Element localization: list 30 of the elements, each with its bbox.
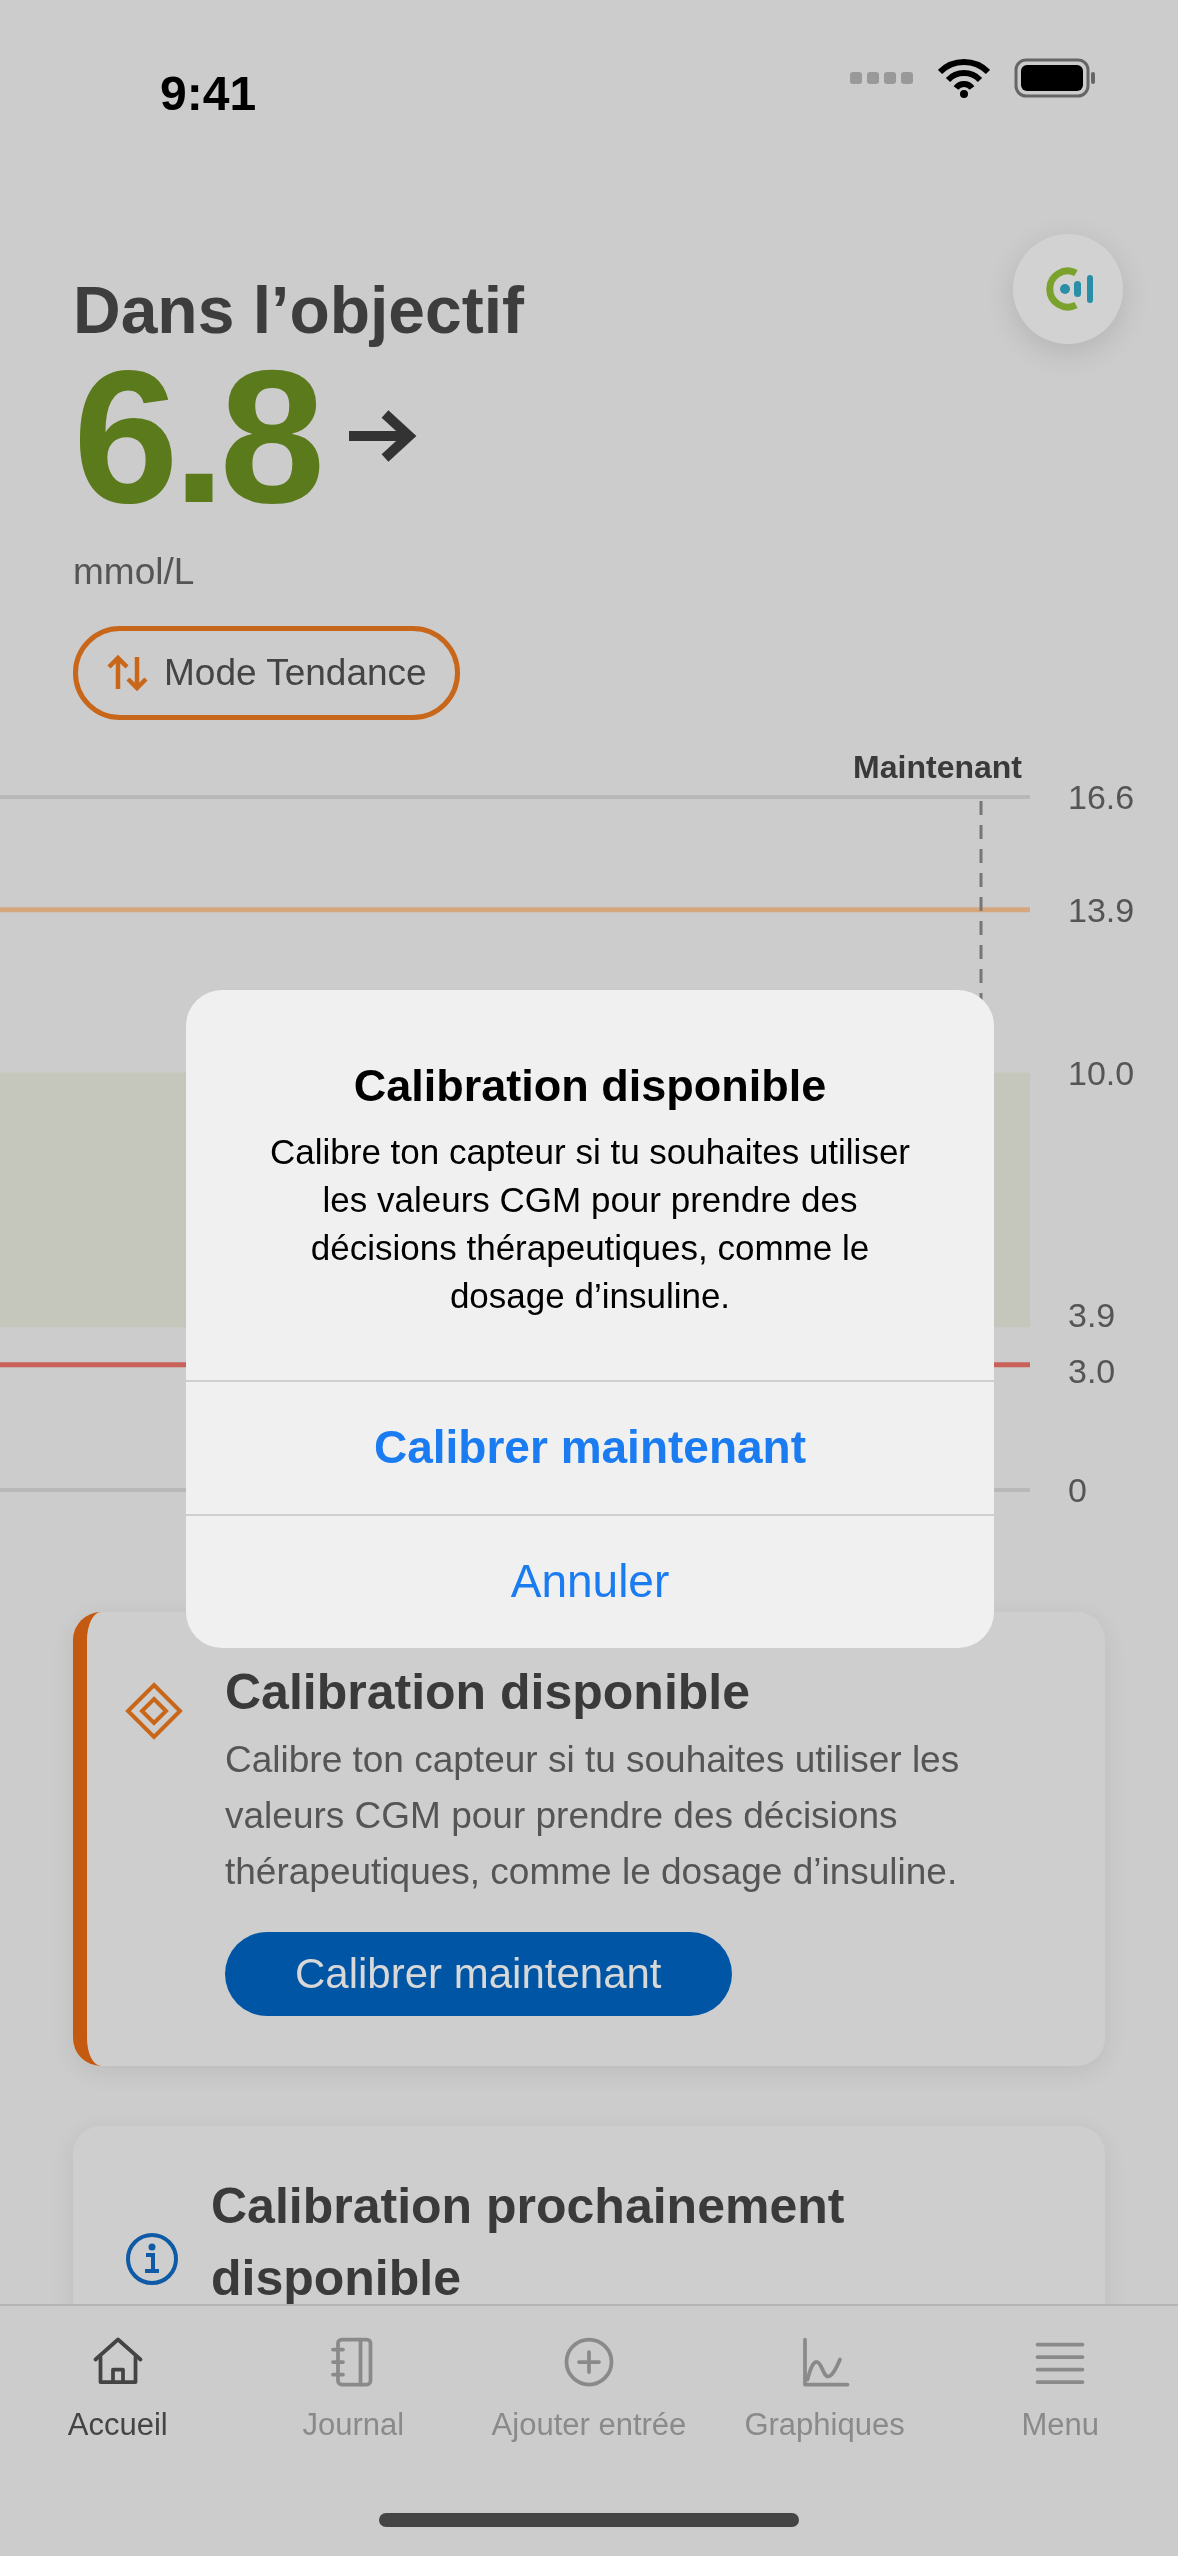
axis-label: 16.6 xyxy=(1068,777,1135,816)
glucose-value: 6.8 xyxy=(73,356,320,516)
axis-label: 0 xyxy=(1068,1470,1087,1509)
axis-label: 10.0 xyxy=(1068,1053,1135,1092)
glucose-unit: mmol/L xyxy=(73,550,196,594)
wifi-icon xyxy=(938,58,990,98)
up-down-arrows-icon xyxy=(106,652,150,693)
info-icon xyxy=(125,2231,179,2286)
tab-bar-item[interactable]: Accueil xyxy=(0,2332,236,2449)
card-title: Calibration disponible xyxy=(225,1662,752,1722)
tab-bar-item[interactable]: Menu xyxy=(942,2332,1178,2449)
tab-bar-item[interactable]: Graphiques xyxy=(706,2332,943,2449)
status-time: 9:41 xyxy=(160,66,257,122)
calibrate-button[interactable]: Calibrer maintenant xyxy=(186,1379,994,1514)
calibrate-button[interactable]: Calibrer maintenant xyxy=(225,1931,732,2016)
tab-bar-item[interactable]: Ajouter entrée xyxy=(471,2332,707,2449)
dialog-message: Calibre ton capteur si tu souhaites utiliser les valeurs CGM pour prendre des décisions thérapeutiques, comme le dosage d’insuline. xyxy=(268,1130,912,1317)
axis-label: 13.9 xyxy=(1068,890,1135,929)
trend-mode-badge[interactable]: Mode Tendance xyxy=(73,625,460,720)
tab-bar-item[interactable]: Journal xyxy=(235,2332,472,2449)
dialog-title: Calibration disponible xyxy=(353,1059,827,1113)
diamond-icon xyxy=(125,1681,183,1740)
axis-label: 3.0 xyxy=(1068,1351,1116,1390)
battery-icon xyxy=(1014,58,1096,98)
cancel-button[interactable]: Annuler xyxy=(186,1513,994,1648)
card-message: Calibre ton capteur si tu souhaites utiliser les valeurs CGM pour prendre des décisions thérapeutiques, comme le dosage d’insuline. xyxy=(225,1737,961,1894)
now-label: Maintenant xyxy=(853,748,1022,785)
signal-icon xyxy=(850,70,914,86)
axis-label: 3.9 xyxy=(1068,1295,1116,1334)
glucose-status: Dans l’objectif xyxy=(73,272,525,349)
